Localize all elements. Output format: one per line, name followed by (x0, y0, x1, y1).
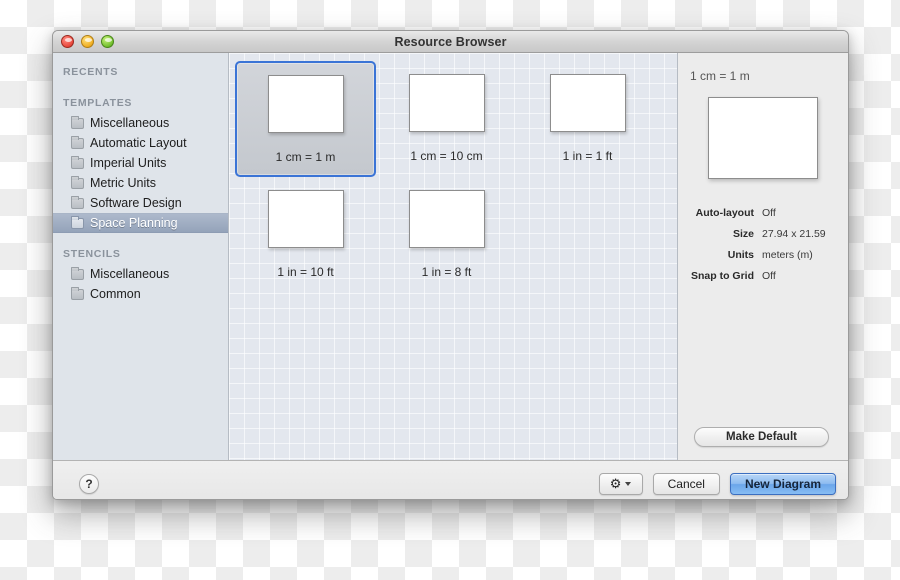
bottom-toolbar-actions: ⚙ Cancel New Diagram (598, 472, 836, 495)
sidebar-item-software-design[interactable]: Software Design (53, 193, 228, 213)
sidebar-item-space-planning[interactable]: Space Planning (53, 213, 228, 233)
folder-icon (71, 135, 84, 149)
property-value: meters (m) (762, 249, 813, 261)
sidebar-item-label: Common (90, 287, 141, 301)
template-label: 1 cm = 1 m (275, 150, 336, 164)
cancel-button[interactable]: Cancel (652, 472, 720, 495)
info-title: 1 cm = 1 m (690, 69, 750, 83)
sidebar-group-heading-stencils: STENCILS (63, 248, 121, 260)
template-tile-1cm-1m[interactable]: 1 cm = 1 m (235, 61, 376, 177)
property-label: Auto-layout (695, 207, 754, 219)
window-controls (61, 35, 114, 48)
sidebar-item-miscellaneous-template[interactable]: Miscellaneous (53, 113, 228, 133)
template-tile-1cm-10cm[interactable]: 1 cm = 10 cm (376, 61, 517, 177)
folder-icon (71, 266, 84, 280)
folder-icon (71, 215, 84, 229)
folder-icon (71, 155, 84, 169)
template-thumbnail (408, 74, 485, 132)
sidebar-item-automatic-layout[interactable]: Automatic Layout (53, 133, 228, 153)
bottom-toolbar: ? ⚙ Cancel New Diagram (53, 460, 848, 499)
window-title: Resource Browser (394, 34, 507, 49)
resource-browser-window: Resource Browser RECENTS TEMPLATES Misce… (52, 30, 849, 500)
template-thumbnail (267, 190, 344, 248)
folder-icon (71, 175, 84, 189)
help-button[interactable]: ? (79, 473, 99, 494)
template-label: 1 in = 10 ft (277, 265, 334, 279)
template-thumbnail (408, 190, 485, 248)
property-value: 27.94 x 21.59 (762, 228, 826, 240)
sidebar-item-label: Software Design (90, 196, 182, 210)
property-row-snap-to-grid: Snap to Grid Off (690, 270, 836, 282)
folder-icon (71, 286, 84, 300)
property-label: Snap to Grid (691, 270, 754, 282)
property-row-size: Size 27.94 x 21.59 (690, 228, 836, 240)
template-grid-inner: 1 cm = 1 m 1 cm = 10 cm 1 in = 1 ft 1 in… (235, 61, 677, 293)
make-default-button[interactable]: Make Default (694, 427, 829, 447)
sidebar-item-label: Miscellaneous (90, 116, 170, 130)
template-thumbnail (267, 75, 344, 133)
sidebar-item-label: Miscellaneous (90, 267, 170, 281)
sidebar-item-label: Space Planning (90, 216, 178, 230)
window-body: RECENTS TEMPLATES Miscellaneous Automati… (53, 53, 848, 460)
sidebar-item-metric-units[interactable]: Metric Units (53, 173, 228, 193)
action-menu-button[interactable]: ⚙ (598, 472, 643, 495)
template-label: 1 cm = 10 cm (410, 149, 483, 163)
template-grid: 1 cm = 1 m 1 cm = 10 cm 1 in = 1 ft 1 in… (229, 53, 678, 460)
new-diagram-button[interactable]: New Diagram (729, 472, 836, 495)
info-panel: 1 cm = 1 m Auto-layout Off Size 27.94 x … (678, 53, 848, 460)
sidebar-item-label: Imperial Units (90, 156, 167, 170)
sidebar-item-label: Automatic Layout (90, 136, 187, 150)
minimize-button[interactable] (81, 35, 94, 48)
property-label: Units (727, 249, 754, 261)
sidebar: RECENTS TEMPLATES Miscellaneous Automati… (53, 53, 229, 460)
template-tile-1in-8ft[interactable]: 1 in = 8 ft (376, 177, 517, 293)
template-thumbnail (549, 74, 626, 132)
template-tile-1in-10ft[interactable]: 1 in = 10 ft (235, 177, 376, 293)
sidebar-item-label: Metric Units (90, 176, 156, 190)
property-value: Off (762, 207, 776, 219)
window-titlebar[interactable]: Resource Browser (53, 31, 848, 53)
folder-icon (71, 195, 84, 209)
property-row-units: Units meters (m) (690, 249, 836, 261)
template-label: 1 in = 1 ft (562, 149, 613, 163)
info-preview-thumbnail (708, 97, 818, 179)
close-button[interactable] (61, 35, 74, 48)
property-value: Off (762, 270, 776, 282)
sidebar-item-common[interactable]: Common (53, 284, 228, 304)
sidebar-item-imperial-units[interactable]: Imperial Units (53, 153, 228, 173)
gear-icon: ⚙ (609, 476, 622, 491)
property-label: Size (732, 228, 754, 240)
sidebar-group-heading-templates: TEMPLATES (63, 97, 133, 109)
chevron-down-icon (625, 481, 632, 486)
zoom-button[interactable] (101, 35, 114, 48)
property-row-auto-layout: Auto-layout Off (690, 207, 836, 219)
template-tile-1in-1ft[interactable]: 1 in = 1 ft (517, 61, 658, 177)
sidebar-item-miscellaneous-stencil[interactable]: Miscellaneous (53, 264, 228, 284)
template-label: 1 in = 8 ft (421, 265, 472, 279)
sidebar-group-heading-recents: RECENTS (63, 66, 119, 78)
folder-icon (71, 115, 84, 129)
